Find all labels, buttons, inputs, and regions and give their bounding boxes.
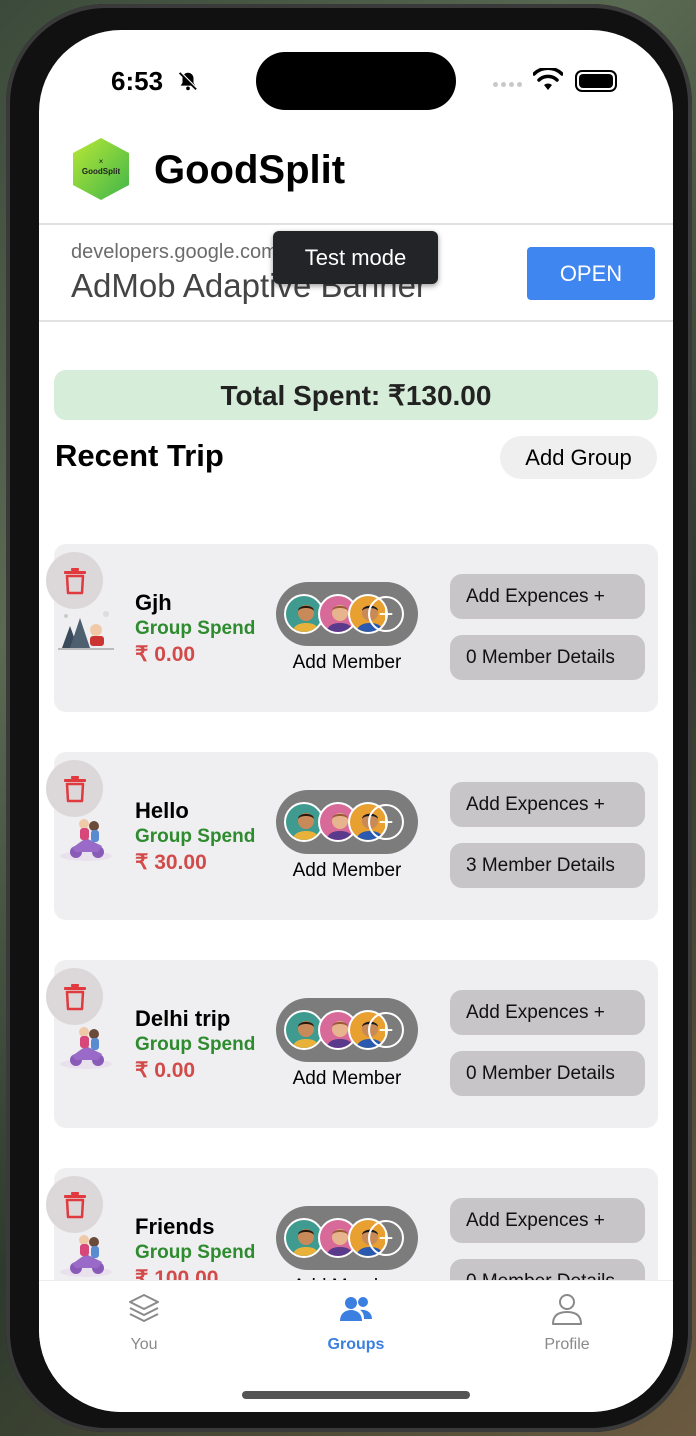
cellular-signal-icon bbox=[493, 82, 522, 87]
group-thumbnail bbox=[56, 812, 116, 862]
tab-profile[interactable]: Profile bbox=[507, 1291, 627, 1354]
ad-banner[interactable]: developers.google.com AdMob Adaptive Ban… bbox=[39, 223, 673, 322]
add-group-button[interactable]: Add Group bbox=[500, 436, 657, 479]
svg-text:×: × bbox=[99, 157, 104, 166]
member-details-button[interactable]: 0 Member Details bbox=[450, 1259, 645, 1280]
app-title: GoodSplit bbox=[154, 148, 346, 192]
tab-groups-label: Groups bbox=[327, 1336, 385, 1353]
total-spent-banner: Total Spent: ₹130.00 bbox=[54, 370, 658, 420]
wifi-icon bbox=[533, 68, 563, 90]
app-logo: × GoodSplit bbox=[73, 138, 129, 200]
group-thumbnail bbox=[56, 1228, 116, 1278]
dynamic-island bbox=[256, 52, 456, 110]
trash-icon bbox=[63, 1191, 86, 1218]
ad-open-button[interactable]: OPEN bbox=[527, 247, 655, 300]
test-mode-toast: Test mode bbox=[273, 231, 438, 284]
layers-icon bbox=[129, 1294, 159, 1322]
trash-icon bbox=[63, 983, 86, 1010]
group-spend-label: Group Spend bbox=[135, 1034, 256, 1055]
add-expense-button[interactable]: Add Expences + bbox=[450, 1198, 645, 1243]
person-icon bbox=[552, 1294, 582, 1325]
group-card[interactable]: Friends Group Spend ₹ 100.00 + Add Expen… bbox=[46, 1168, 658, 1280]
trash-icon bbox=[63, 567, 86, 594]
battery-icon bbox=[575, 70, 617, 92]
people-icon bbox=[340, 1297, 372, 1321]
group-spend-amount: ₹ 30.00 bbox=[135, 851, 207, 874]
app-header: × GoodSplit GoodSplit bbox=[39, 130, 673, 222]
logo-text: GoodSplit bbox=[82, 167, 121, 176]
tab-you[interactable]: You bbox=[84, 1291, 204, 1354]
status-time: 6:53 bbox=[111, 66, 164, 96]
group-spend-label: Group Spend bbox=[135, 1242, 256, 1263]
plus-circle-icon: + bbox=[368, 1012, 404, 1048]
member-avatars-button[interactable]: + bbox=[276, 582, 418, 646]
group-card[interactable]: Delhi trip Group Spend ₹ 0.00 + Add Memb… bbox=[46, 960, 658, 1128]
tab-profile-label: Profile bbox=[544, 1336, 590, 1353]
group-thumbnail bbox=[56, 1020, 116, 1070]
group-spend-amount: ₹ 100.00 bbox=[135, 1267, 219, 1280]
add-expense-button[interactable]: Add Expences + bbox=[450, 990, 645, 1035]
bottom-tab-bar: You Groups Profile bbox=[39, 1280, 673, 1412]
group-spend-amount: ₹ 0.00 bbox=[135, 1059, 196, 1082]
group-name: Delhi trip bbox=[135, 1006, 231, 1031]
plus-circle-icon: + bbox=[368, 804, 404, 840]
delete-group-button[interactable] bbox=[46, 552, 103, 609]
group-card[interactable]: Gjh Group Spend ₹ 0.00 + Add Member Add … bbox=[46, 544, 658, 712]
tab-groups[interactable]: Groups bbox=[296, 1291, 416, 1354]
member-avatars-button[interactable]: + bbox=[276, 1206, 418, 1270]
member-avatars-button[interactable]: + bbox=[276, 790, 418, 854]
group-list[interactable]: Gjh Group Spend ₹ 0.00 + Add Member Add … bbox=[39, 518, 673, 1280]
plus-circle-icon: + bbox=[368, 1220, 404, 1256]
app-screen: 6:53 × GoodSplit GoodSplit developers.go… bbox=[39, 30, 673, 1412]
member-details-button[interactable]: 0 Member Details bbox=[450, 635, 645, 680]
member-details-button[interactable]: 3 Member Details bbox=[450, 843, 645, 888]
member-details-button[interactable]: 0 Member Details bbox=[450, 1051, 645, 1096]
ad-url: developers.google.com bbox=[71, 241, 278, 263]
group-name: Friends bbox=[135, 1214, 215, 1239]
add-member-label[interactable]: Add Member bbox=[276, 652, 418, 674]
trash-icon bbox=[63, 775, 86, 802]
group-thumbnail bbox=[56, 604, 116, 654]
delete-group-button[interactable] bbox=[46, 968, 103, 1025]
phone-frame: 6:53 × GoodSplit GoodSplit developers.go… bbox=[6, 4, 692, 1432]
tab-you-label: You bbox=[130, 1336, 158, 1353]
group-card[interactable]: Hello Group Spend ₹ 30.00 + Add Member A… bbox=[46, 752, 658, 920]
member-avatars-button[interactable]: + bbox=[276, 998, 418, 1062]
delete-group-button[interactable] bbox=[46, 760, 103, 817]
delete-group-button[interactable] bbox=[46, 1176, 103, 1233]
add-member-label[interactable]: Add Member bbox=[276, 1068, 418, 1090]
status-bar: 6:53 bbox=[39, 30, 673, 130]
add-expense-button[interactable]: Add Expences + bbox=[450, 574, 645, 619]
section-title: Recent Trip bbox=[55, 438, 224, 473]
home-indicator bbox=[242, 1391, 470, 1399]
add-member-label[interactable]: Add Member bbox=[276, 860, 418, 882]
group-name: Gjh bbox=[135, 590, 172, 615]
bell-muted-icon bbox=[178, 71, 198, 91]
group-spend-amount: ₹ 0.00 bbox=[135, 643, 196, 666]
group-spend-label: Group Spend bbox=[135, 618, 256, 639]
group-spend-label: Group Spend bbox=[135, 826, 256, 847]
group-name: Hello bbox=[135, 798, 189, 823]
plus-circle-icon: + bbox=[368, 596, 404, 632]
add-expense-button[interactable]: Add Expences + bbox=[450, 782, 645, 827]
